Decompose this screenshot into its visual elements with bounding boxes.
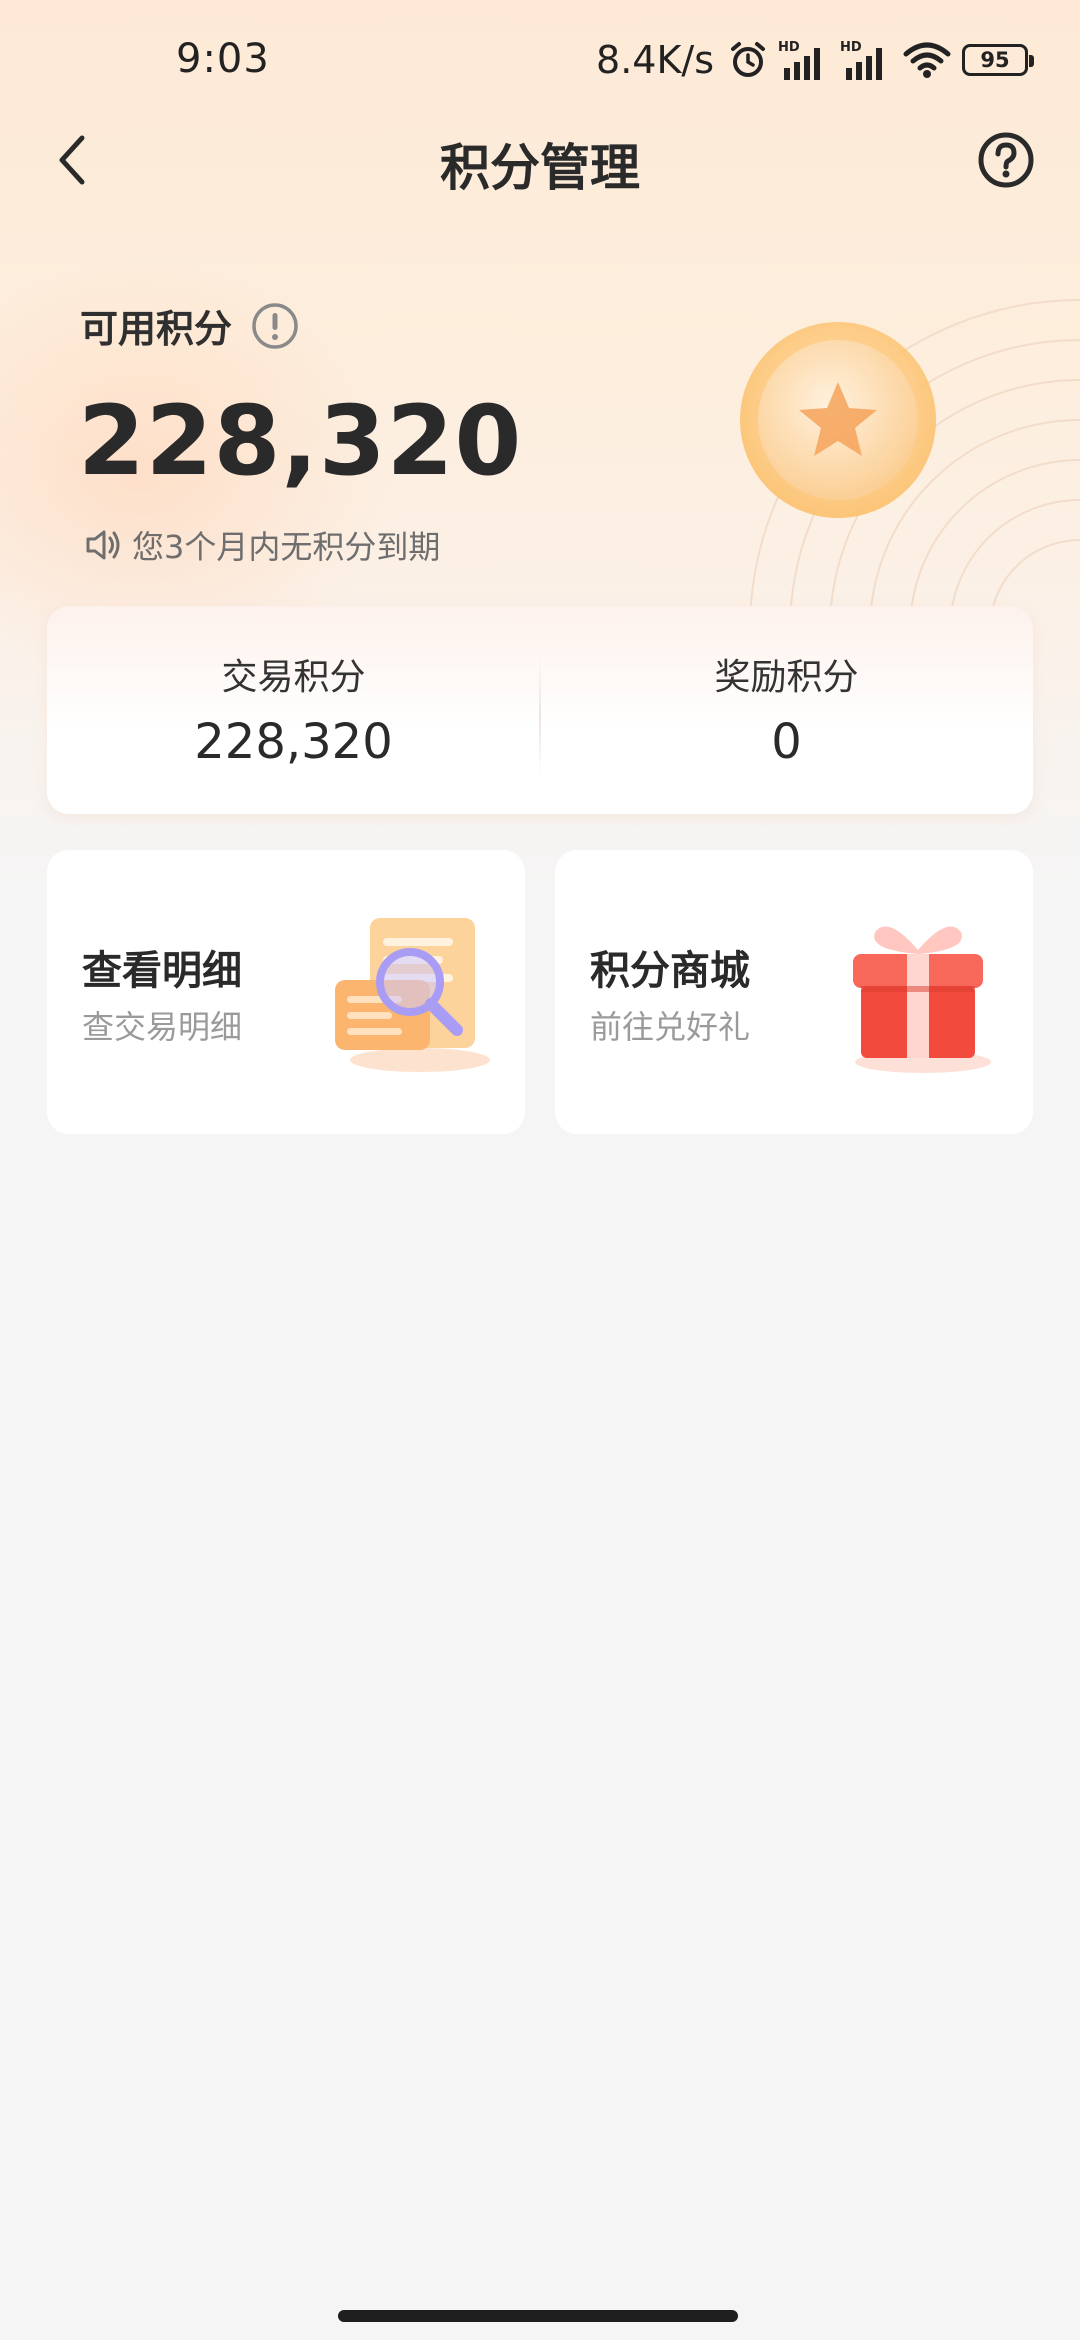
points-management-screen: 9:03 8.4K/s HD HD 95 积分管理 可用积分 228,320 您… — [0, 0, 1080, 2340]
help-button[interactable] — [970, 124, 1042, 196]
trade-points-label: 交易积分 — [221, 657, 366, 698]
reward-points-label: 奖励积分 — [714, 657, 859, 698]
view-details-card[interactable]: 查看明细 查交易明细 — [47, 850, 525, 1134]
expire-text: 您3个月内无积分到期 — [132, 528, 441, 566]
status-icons: 8.4K/s HD HD 95 — [596, 36, 1034, 84]
available-points-value: 228,320 — [78, 385, 523, 497]
page-title: 积分管理 — [440, 139, 640, 197]
reward-points-value: 0 — [771, 714, 802, 770]
hd-signal-icon: HD — [840, 40, 882, 80]
points-mall-subtitle: 前往兑好礼 — [590, 1008, 751, 1046]
svg-text:HD: HD — [778, 40, 800, 55]
battery-icon: 95 — [962, 44, 1034, 76]
wifi-icon — [903, 42, 951, 78]
trade-points[interactable]: 交易积分 228,320 — [47, 606, 540, 814]
points-summary-card: 交易积分 228,320 奖励积分 0 — [47, 606, 1033, 814]
status-time: 9:03 — [176, 36, 270, 82]
alarm-icon — [731, 42, 765, 77]
info-circle-icon[interactable] — [250, 301, 300, 351]
reward-points[interactable]: 奖励积分 0 — [540, 606, 1033, 814]
home-indicator[interactable] — [338, 2310, 738, 2322]
document-search-icon — [335, 918, 490, 1072]
trade-points-value: 228,320 — [194, 714, 393, 770]
points-mall-title: 积分商城 — [590, 948, 750, 994]
hd-signal-icon: HD — [778, 40, 820, 80]
view-details-subtitle: 查交易明细 — [82, 1008, 243, 1046]
points-mall-card[interactable]: 积分商城 前往兑好礼 — [555, 850, 1033, 1134]
available-points-label-row: 可用积分 — [80, 298, 300, 353]
available-points-label: 可用积分 — [80, 307, 233, 351]
app-header: 积分管理 — [0, 110, 1080, 210]
view-details-title: 查看明细 — [82, 948, 242, 994]
gift-icon — [853, 926, 991, 1073]
status-bar: 9:03 8.4K/s HD HD 95 — [0, 0, 1080, 120]
battery-level: 95 — [980, 48, 1010, 72]
question-circle-icon — [978, 132, 1034, 188]
network-speed: 8.4K/s — [596, 38, 714, 82]
expire-notice: 您3个月内无积分到期 — [84, 522, 440, 568]
coin-star-icon — [740, 322, 936, 518]
speaker-icon — [86, 530, 120, 560]
svg-text:HD: HD — [840, 40, 862, 55]
